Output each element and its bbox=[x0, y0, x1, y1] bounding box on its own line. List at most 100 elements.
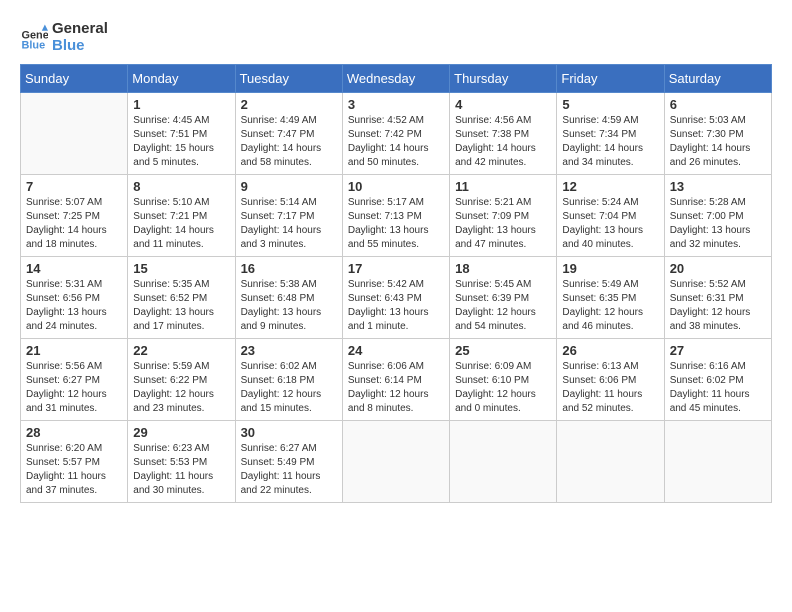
day-info: Sunrise: 6:20 AM Sunset: 5:57 PM Dayligh… bbox=[26, 442, 122, 498]
day-info: Sunrise: 5:45 AM Sunset: 6:39 PM Dayligh… bbox=[455, 278, 551, 334]
day-info: Sunrise: 4:56 AM Sunset: 7:38 PM Dayligh… bbox=[455, 114, 551, 170]
calendar-cell: 28 Sunrise: 6:20 AM Sunset: 5:57 PM Dayli… bbox=[21, 421, 128, 503]
calendar-cell: 18 Sunrise: 5:45 AM Sunset: 6:39 PM Dayli… bbox=[450, 257, 557, 339]
day-number: 17 bbox=[348, 261, 444, 276]
day-info: Sunrise: 6:13 AM Sunset: 6:06 PM Dayligh… bbox=[562, 360, 658, 416]
week-row-2: 7 Sunrise: 5:07 AM Sunset: 7:25 PM Daylig… bbox=[21, 175, 772, 257]
calendar-cell: 11Sunrise: 5:21 AM Sunset: 7:09 PM Dayli… bbox=[450, 175, 557, 257]
week-row-4: 21Sunrise: 5:56 AM Sunset: 6:27 PM Dayli… bbox=[21, 339, 772, 421]
day-info: Sunrise: 6:09 AM Sunset: 6:10 PM Dayligh… bbox=[455, 360, 551, 416]
day-info: Sunrise: 4:59 AM Sunset: 7:34 PM Dayligh… bbox=[562, 114, 658, 170]
week-row-1: 1 Sunrise: 4:45 AM Sunset: 7:51 PM Daylig… bbox=[21, 93, 772, 175]
calendar-cell bbox=[450, 421, 557, 503]
calendar-cell: 17 Sunrise: 5:42 AM Sunset: 6:43 PM Dayli… bbox=[342, 257, 449, 339]
calendar-cell bbox=[342, 421, 449, 503]
calendar-cell: 10 Sunrise: 5:17 AM Sunset: 7:13 PM Dayli… bbox=[342, 175, 449, 257]
day-number: 29 bbox=[133, 425, 229, 440]
day-info: Sunrise: 6:23 AM Sunset: 5:53 PM Dayligh… bbox=[133, 442, 229, 498]
day-number: 10 bbox=[348, 179, 444, 194]
logo-icon: General Blue bbox=[20, 23, 48, 51]
day-info: Sunrise: 5:17 AM Sunset: 7:13 PM Dayligh… bbox=[348, 196, 444, 252]
day-number: 1 bbox=[133, 97, 229, 112]
day-info: Sunrise: 6:16 AM Sunset: 6:02 PM Dayligh… bbox=[670, 360, 766, 416]
calendar-cell bbox=[664, 421, 771, 503]
header-sunday: Sunday bbox=[21, 65, 128, 93]
day-number: 27 bbox=[670, 343, 766, 358]
day-info: Sunrise: 5:35 AM Sunset: 6:52 PM Dayligh… bbox=[133, 278, 229, 334]
calendar-cell: 26 Sunrise: 6:13 AM Sunset: 6:06 PM Dayli… bbox=[557, 339, 664, 421]
day-info: Sunrise: 5:03 AM Sunset: 7:30 PM Dayligh… bbox=[670, 114, 766, 170]
day-info: Sunrise: 5:21 AM Sunset: 7:09 PM Dayligh… bbox=[455, 196, 551, 252]
day-number: 24 bbox=[348, 343, 444, 358]
day-number: 16 bbox=[241, 261, 337, 276]
day-number: 9 bbox=[241, 179, 337, 194]
day-number: 8 bbox=[133, 179, 229, 194]
header-thursday: Thursday bbox=[450, 65, 557, 93]
day-info: Sunrise: 4:49 AM Sunset: 7:47 PM Dayligh… bbox=[241, 114, 337, 170]
day-info: Sunrise: 5:31 AM Sunset: 6:56 PM Dayligh… bbox=[26, 278, 122, 334]
day-info: Sunrise: 5:38 AM Sunset: 6:48 PM Dayligh… bbox=[241, 278, 337, 334]
day-info: Sunrise: 4:45 AM Sunset: 7:51 PM Dayligh… bbox=[133, 114, 229, 170]
day-number: 4 bbox=[455, 97, 551, 112]
calendar-cell: 5 Sunrise: 4:59 AM Sunset: 7:34 PM Daylig… bbox=[557, 93, 664, 175]
day-info: Sunrise: 5:24 AM Sunset: 7:04 PM Dayligh… bbox=[562, 196, 658, 252]
week-row-3: 14 Sunrise: 5:31 AM Sunset: 6:56 PM Dayli… bbox=[21, 257, 772, 339]
day-info: Sunrise: 6:02 AM Sunset: 6:18 PM Dayligh… bbox=[241, 360, 337, 416]
calendar-cell: 15 Sunrise: 5:35 AM Sunset: 6:52 PM Dayli… bbox=[128, 257, 235, 339]
header-monday: Monday bbox=[128, 65, 235, 93]
calendar-cell: 16 Sunrise: 5:38 AM Sunset: 6:48 PM Dayli… bbox=[235, 257, 342, 339]
calendar-cell bbox=[557, 421, 664, 503]
calendar-cell: 12 Sunrise: 5:24 AM Sunset: 7:04 PM Dayli… bbox=[557, 175, 664, 257]
calendar-cell: 20 Sunrise: 5:52 AM Sunset: 6:31 PM Dayli… bbox=[664, 257, 771, 339]
calendar-cell: 24 Sunrise: 6:06 AM Sunset: 6:14 PM Dayli… bbox=[342, 339, 449, 421]
day-number: 12 bbox=[562, 179, 658, 194]
day-number: 26 bbox=[562, 343, 658, 358]
calendar-cell: 8 Sunrise: 5:10 AM Sunset: 7:21 PM Daylig… bbox=[128, 175, 235, 257]
calendar-cell: 14 Sunrise: 5:31 AM Sunset: 6:56 PM Dayli… bbox=[21, 257, 128, 339]
calendar-cell: 1 Sunrise: 4:45 AM Sunset: 7:51 PM Daylig… bbox=[128, 93, 235, 175]
header-friday: Friday bbox=[557, 65, 664, 93]
day-number: 19 bbox=[562, 261, 658, 276]
header-tuesday: Tuesday bbox=[235, 65, 342, 93]
day-info: Sunrise: 6:06 AM Sunset: 6:14 PM Dayligh… bbox=[348, 360, 444, 416]
day-number: 14 bbox=[26, 261, 122, 276]
calendar-cell: 7 Sunrise: 5:07 AM Sunset: 7:25 PM Daylig… bbox=[21, 175, 128, 257]
week-row-5: 28 Sunrise: 6:20 AM Sunset: 5:57 PM Dayli… bbox=[21, 421, 772, 503]
day-info: Sunrise: 5:59 AM Sunset: 6:22 PM Dayligh… bbox=[133, 360, 229, 416]
header-saturday: Saturday bbox=[664, 65, 771, 93]
logo-blue: Blue bbox=[52, 37, 108, 54]
day-number: 3 bbox=[348, 97, 444, 112]
calendar-cell: 2 Sunrise: 4:49 AM Sunset: 7:47 PM Daylig… bbox=[235, 93, 342, 175]
logo: General Blue General Blue bbox=[20, 20, 108, 54]
day-number: 2 bbox=[241, 97, 337, 112]
day-number: 22 bbox=[133, 343, 229, 358]
calendar-cell: 23 Sunrise: 6:02 AM Sunset: 6:18 PM Dayli… bbox=[235, 339, 342, 421]
day-info: Sunrise: 5:07 AM Sunset: 7:25 PM Dayligh… bbox=[26, 196, 122, 252]
day-info: Sunrise: 5:52 AM Sunset: 6:31 PM Dayligh… bbox=[670, 278, 766, 334]
day-number: 15 bbox=[133, 261, 229, 276]
day-number: 28 bbox=[26, 425, 122, 440]
day-number: 18 bbox=[455, 261, 551, 276]
calendar-cell bbox=[21, 93, 128, 175]
day-number: 13 bbox=[670, 179, 766, 194]
day-number: 7 bbox=[26, 179, 122, 194]
day-number: 20 bbox=[670, 261, 766, 276]
day-number: 23 bbox=[241, 343, 337, 358]
logo-general: General bbox=[52, 20, 108, 37]
page-header: General Blue General Blue bbox=[20, 20, 772, 54]
day-info: Sunrise: 5:14 AM Sunset: 7:17 PM Dayligh… bbox=[241, 196, 337, 252]
calendar-cell: 30Sunrise: 6:27 AM Sunset: 5:49 PM Dayli… bbox=[235, 421, 342, 503]
day-info: Sunrise: 5:28 AM Sunset: 7:00 PM Dayligh… bbox=[670, 196, 766, 252]
calendar-cell: 3Sunrise: 4:52 AM Sunset: 7:42 PM Daylig… bbox=[342, 93, 449, 175]
calendar-cell: 19 Sunrise: 5:49 AM Sunset: 6:35 PM Dayli… bbox=[557, 257, 664, 339]
calendar-table: SundayMondayTuesdayWednesdayThursdayFrid… bbox=[20, 64, 772, 503]
day-info: Sunrise: 6:27 AM Sunset: 5:49 PM Dayligh… bbox=[241, 442, 337, 498]
day-info: Sunrise: 5:49 AM Sunset: 6:35 PM Dayligh… bbox=[562, 278, 658, 334]
day-number: 21 bbox=[26, 343, 122, 358]
calendar-cell: 13 Sunrise: 5:28 AM Sunset: 7:00 PM Dayli… bbox=[664, 175, 771, 257]
day-info: Sunrise: 5:42 AM Sunset: 6:43 PM Dayligh… bbox=[348, 278, 444, 334]
calendar-cell: 6Sunrise: 5:03 AM Sunset: 7:30 PM Daylig… bbox=[664, 93, 771, 175]
calendar-cell: 25Sunrise: 6:09 AM Sunset: 6:10 PM Dayli… bbox=[450, 339, 557, 421]
day-info: Sunrise: 5:10 AM Sunset: 7:21 PM Dayligh… bbox=[133, 196, 229, 252]
day-number: 5 bbox=[562, 97, 658, 112]
